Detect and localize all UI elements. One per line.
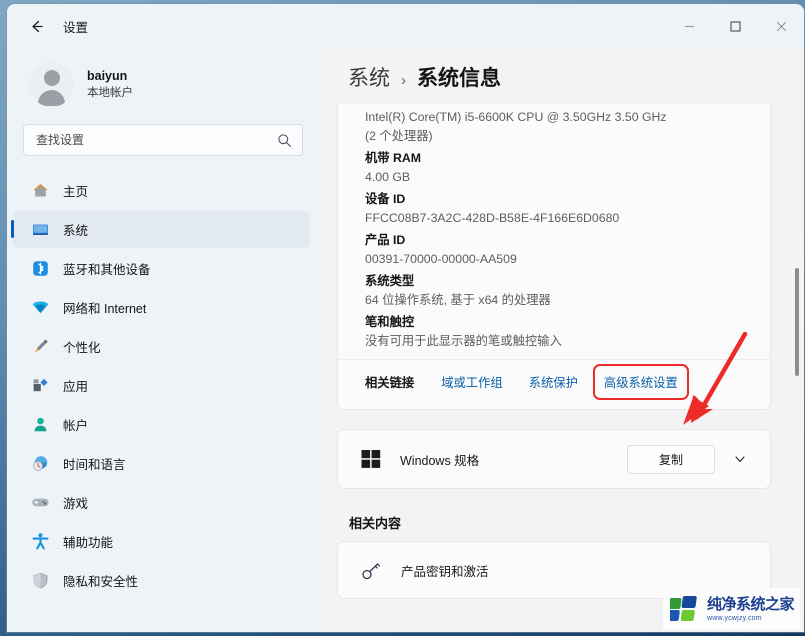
spec-label: 机带 RAM xyxy=(365,151,422,165)
windows-logo-icon xyxy=(360,448,382,470)
titlebar: 设置 xyxy=(7,4,804,48)
settings-window: 设置 baiyun 本地帐户 查找设置 主页 系统 蓝牙和其他设备 网络和 In… xyxy=(7,4,804,632)
sidebar-item-label: 网络和 Internet xyxy=(63,302,147,316)
breadcrumb: 系统 › 系统信息 xyxy=(320,48,804,92)
spec-value: 00391-70000-00000-AA509 xyxy=(365,252,517,266)
spec-label: 系统类型 xyxy=(365,274,415,288)
maximize-icon xyxy=(729,20,741,32)
sidebar-item-label: 系统 xyxy=(63,224,89,238)
spec-value: FFCC08B7-3A2C-428D-B58E-4F166E6D0680 xyxy=(365,211,620,225)
scrollbar-thumb[interactable] xyxy=(795,268,799,376)
accessibility-icon xyxy=(31,532,50,551)
search-icon[interactable] xyxy=(277,133,292,148)
sidebar-item-label: 帐户 xyxy=(63,419,89,433)
watermark: 纯净系统之家 www.ycwjzy.com xyxy=(663,588,800,630)
search-wrapper xyxy=(7,110,320,156)
key-icon xyxy=(360,559,383,582)
sidebar-item-label: 时间和语言 xyxy=(63,458,126,472)
sidebar-item-accounts[interactable]: 帐户 xyxy=(13,406,310,443)
network-icon xyxy=(31,298,50,317)
watermark-logo-icon xyxy=(670,595,697,621)
content-area: 系统 › 系统信息 Intel(R) Core(TM) i5-6600K CPU… xyxy=(320,48,804,632)
account-type: 本地帐户 xyxy=(87,86,133,99)
spec-value: 4.00 GB xyxy=(365,170,411,184)
sidebar-nav: 主页 系统 蓝牙和其他设备 网络和 Internet 个性化 应用 帐户 时间和… xyxy=(7,172,320,599)
sidebar-item-apps[interactable]: 应用 xyxy=(13,367,310,404)
related-links-label: 相关链接 xyxy=(365,375,415,390)
sidebar-item-network[interactable]: 网络和 Internet xyxy=(13,289,310,326)
copy-button[interactable]: 复制 xyxy=(627,444,715,474)
related-content-heading: 相关内容 xyxy=(349,516,402,531)
sidebar-item-time-language[interactable]: 时间和语言 xyxy=(13,445,310,482)
personalization-icon xyxy=(31,337,50,356)
breadcrumb-parent[interactable]: 系统 xyxy=(348,62,390,92)
window-controls xyxy=(666,4,804,48)
spec-label: 设备 ID xyxy=(365,192,406,206)
watermark-text: 纯净系统之家 www.ycwjzy.com xyxy=(707,595,795,622)
related-content-item-label: 产品密钥和激活 xyxy=(401,564,489,579)
related-link-system-protection[interactable]: 系统保护 xyxy=(523,369,584,395)
maximize-button[interactable] xyxy=(712,4,758,48)
gaming-icon xyxy=(31,493,50,512)
sidebar-item-label: 主页 xyxy=(63,185,89,199)
account-name: baiyun xyxy=(87,68,128,83)
sidebar-item-label: 蓝牙和其他设备 xyxy=(63,263,151,277)
related-link-domain-workgroup[interactable]: 域或工作组 xyxy=(435,369,509,395)
related-link-advanced-system-settings[interactable]: 高级系统设置 xyxy=(592,363,689,400)
sidebar-item-system[interactable]: 系统 xyxy=(11,211,310,248)
avatar-icon xyxy=(29,61,74,107)
sidebar-item-gaming[interactable]: 游戏 xyxy=(13,484,310,521)
spec-value: (2 个处理器) xyxy=(365,129,433,143)
scroll-area: Intel(R) Core(TM) i5-6600K CPU @ 3.50GHz… xyxy=(320,104,804,632)
sidebar-item-label: 隐私和安全性 xyxy=(63,575,139,589)
home-icon xyxy=(31,181,50,200)
accounts-icon xyxy=(31,415,50,434)
sidebar-item-privacy-security[interactable]: 隐私和安全性 xyxy=(13,562,310,599)
related-links-row: 相关链接 域或工作组 系统保护 高级系统设置 xyxy=(338,359,770,403)
back-button[interactable] xyxy=(19,11,53,41)
spec-value: 没有可用于此显示器的笔或触控输入 xyxy=(365,334,562,348)
back-arrow-icon xyxy=(31,20,43,32)
sidebar-item-label: 辅助功能 xyxy=(63,536,114,550)
time-language-icon xyxy=(31,454,50,473)
sidebar-item-label: 应用 xyxy=(63,380,89,394)
bluetooth-icon xyxy=(31,259,50,278)
scrollbar-track[interactable] xyxy=(793,100,801,624)
page-title: 系统信息 xyxy=(417,67,501,90)
spec-label: 产品 ID xyxy=(365,233,406,247)
window-title: 设置 xyxy=(63,20,89,35)
close-button[interactable] xyxy=(758,4,804,48)
system-icon xyxy=(31,220,50,239)
minimize-icon xyxy=(684,25,694,27)
search-box[interactable] xyxy=(23,124,303,156)
sidebar: baiyun 本地帐户 主页 xyxy=(7,48,320,632)
sidebar-item-label: 游戏 xyxy=(63,497,89,511)
sidebar-item-accessibility[interactable]: 辅助功能 xyxy=(13,523,310,560)
chevron-down-icon[interactable] xyxy=(725,444,755,474)
minimize-button[interactable] xyxy=(666,4,712,48)
sidebar-item-home[interactable]: 主页 xyxy=(13,172,310,209)
watermark-title: 纯净系统之家 xyxy=(707,595,795,613)
privacy-security-icon xyxy=(31,571,50,590)
sidebar-item-bluetooth[interactable]: 蓝牙和其他设备 xyxy=(13,250,310,287)
breadcrumb-separator-icon: › xyxy=(401,72,406,89)
watermark-url: www.ycwjzy.com xyxy=(707,614,762,622)
spec-value: Intel(R) Core(TM) i5-6600K CPU @ 3.50GHz… xyxy=(365,110,667,124)
windows-specifications-label: Windows 规格 xyxy=(400,453,480,468)
close-icon xyxy=(776,21,786,31)
device-specifications-list: Intel(R) Core(TM) i5-6600K CPU @ 3.50GHz… xyxy=(338,104,770,359)
windows-specifications-card[interactable]: Windows 规格 复制 xyxy=(337,429,771,489)
sidebar-item-label: 个性化 xyxy=(63,341,101,355)
sidebar-item-personalization[interactable]: 个性化 xyxy=(13,328,310,365)
account-block[interactable]: baiyun 本地帐户 xyxy=(7,52,320,110)
apps-icon xyxy=(31,376,50,395)
spec-value: 64 位操作系统, 基于 x64 的处理器 xyxy=(365,293,551,307)
spec-label: 笔和触控 xyxy=(365,315,415,329)
search-input[interactable] xyxy=(36,133,277,147)
device-specifications-card: Intel(R) Core(TM) i5-6600K CPU @ 3.50GHz… xyxy=(337,104,771,410)
